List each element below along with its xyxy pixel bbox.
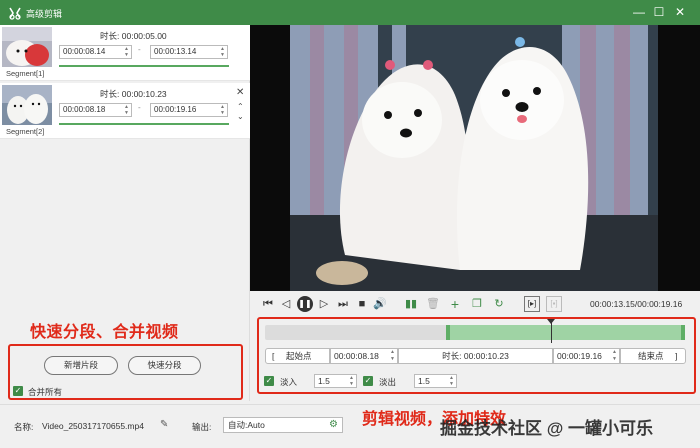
segment-thumbnail: [2, 27, 52, 67]
step-forward-icon[interactable]: ▷: [317, 296, 331, 312]
stop-icon[interactable]: ■: [355, 296, 369, 312]
output-label: 输出:: [192, 422, 212, 432]
segment-end-input[interactable]: 00:00:19.16 ▲ ▼: [150, 103, 228, 117]
start-time-input[interactable]: 00:00:08.18 ▲ ▼: [330, 348, 398, 364]
merge-all-checkbox[interactable]: ✓: [13, 386, 23, 396]
start-point-button[interactable]: [ 起始点: [265, 348, 330, 364]
spinner-icon[interactable]: ▲ ▼: [612, 349, 617, 363]
range-separator: -: [138, 103, 141, 112]
move-down-icon[interactable]: ⌄: [237, 112, 244, 121]
pause-icon[interactable]: ❚❚: [297, 296, 313, 312]
set-in-point-icon[interactable]: [▸]: [524, 296, 540, 312]
app-logo-icon: [9, 7, 21, 20]
name-label: 名称:: [14, 422, 34, 432]
set-out-point-icon[interactable]: [▪]: [546, 296, 562, 312]
spinner-icon[interactable]: ▲ ▼: [220, 104, 225, 116]
step-back-icon[interactable]: ◁: [279, 296, 293, 312]
fade-in-input[interactable]: 1.5 ▲ ▼: [314, 374, 357, 388]
segment-duration: 时长: 00:00:05.00: [100, 31, 167, 41]
end-time-input[interactable]: 00:00:19.16 ▲ ▼: [553, 348, 620, 364]
spinner-icon[interactable]: ▲ ▼: [390, 349, 395, 363]
fade-in-checkbox[interactable]: ✓: [264, 376, 274, 386]
reset-icon[interactable]: ↻: [492, 296, 506, 312]
segment-progress-bar: [59, 123, 229, 125]
segment-name: Segment[2]: [6, 127, 45, 136]
skip-to-start-icon[interactable]: ⏮: [261, 296, 275, 312]
annotation-left: 快速分段、合并视频: [30, 324, 179, 341]
segment-progress-bar: [59, 65, 229, 67]
segment-name: Segment[1]: [6, 69, 45, 78]
segment-item[interactable]: Segment[1] 时长: 00:00:05.00 00:00:08.14 ▲ ▼…: [0, 25, 250, 81]
watermark: 掘金技术社区 @ 一罐小可乐: [440, 419, 654, 438]
duration-display: 时长: 00:00:10.23: [398, 348, 553, 364]
volume-icon[interactable]: 🔊: [373, 296, 387, 312]
quick-split-button[interactable]: 快速分段: [128, 356, 201, 375]
end-point-button[interactable]: 结束点 ]: [620, 348, 686, 364]
segment-start-input[interactable]: 00:00:08.18 ▲ ▼: [59, 103, 132, 117]
copy-icon[interactable]: ❐: [470, 296, 484, 312]
fade-out-input[interactable]: 1.5 ▲ ▼: [414, 374, 457, 388]
output-path-select[interactable]: 自动:Auto ⚙: [223, 417, 343, 433]
fade-out-checkbox[interactable]: ✓: [363, 376, 373, 386]
segment-start-input[interactable]: 00:00:08.14 ▲ ▼: [59, 45, 132, 59]
window-title: 高级剪辑: [26, 9, 63, 19]
segment-item[interactable]: Segment[2] 时长: 00:00:10.23 00:00:08.18 ▲ ▼…: [0, 83, 250, 139]
add-icon[interactable]: +: [448, 296, 462, 312]
fade-out-label: 淡出: [379, 377, 397, 387]
range-separator: -: [138, 45, 141, 54]
delete-icon[interactable]: 🗑: [426, 296, 440, 312]
split-icon[interactable]: ▮▮: [404, 296, 418, 312]
segment-thumbnail: [2, 85, 52, 125]
title-bar: 高级剪辑 — ☐ ✕: [0, 0, 700, 25]
merge-all-label: 合并所有: [28, 387, 63, 397]
fade-in-label: 淡入: [280, 377, 298, 387]
segment-duration: 时长: 00:00:10.23: [100, 89, 167, 99]
move-up-icon[interactable]: ⌃: [237, 102, 244, 111]
playhead[interactable]: [550, 321, 552, 343]
settings-gear-icon[interactable]: ⚙: [329, 418, 338, 432]
end-point-label: 结束点: [638, 351, 664, 361]
skip-to-end-icon[interactable]: ⏭: [336, 296, 350, 312]
new-segment-button[interactable]: 新增片段: [44, 356, 118, 375]
spinner-icon[interactable]: ▲ ▼: [449, 375, 454, 387]
spinner-icon[interactable]: ▲ ▼: [124, 46, 129, 58]
timeline-selection[interactable]: [445, 325, 685, 340]
start-point-label: 起始点: [286, 351, 312, 361]
video-frame[interactable]: [290, 25, 658, 291]
playhead-marker-icon[interactable]: [546, 319, 555, 324]
remove-segment-icon[interactable]: ✕: [236, 87, 244, 98]
spinner-icon[interactable]: ▲ ▼: [349, 375, 354, 387]
spinner-icon[interactable]: ▲ ▼: [220, 46, 225, 58]
spinner-icon[interactable]: ▲ ▼: [124, 104, 129, 116]
playback-timecode: 00:00:13.15/00:00:19.16: [590, 299, 683, 309]
minimize-icon[interactable]: —: [630, 4, 648, 20]
edit-name-icon[interactable]: ✎: [160, 419, 168, 430]
output-filename: Video_250317170655.mp4: [42, 421, 144, 431]
segment-end-input[interactable]: 00:00:13.14 ▲ ▼: [150, 45, 228, 59]
bracket-open: [: [272, 351, 275, 361]
bracket-close: ]: [675, 351, 678, 361]
maximize-icon[interactable]: ☐: [650, 4, 668, 20]
close-icon[interactable]: ✕: [671, 4, 689, 20]
